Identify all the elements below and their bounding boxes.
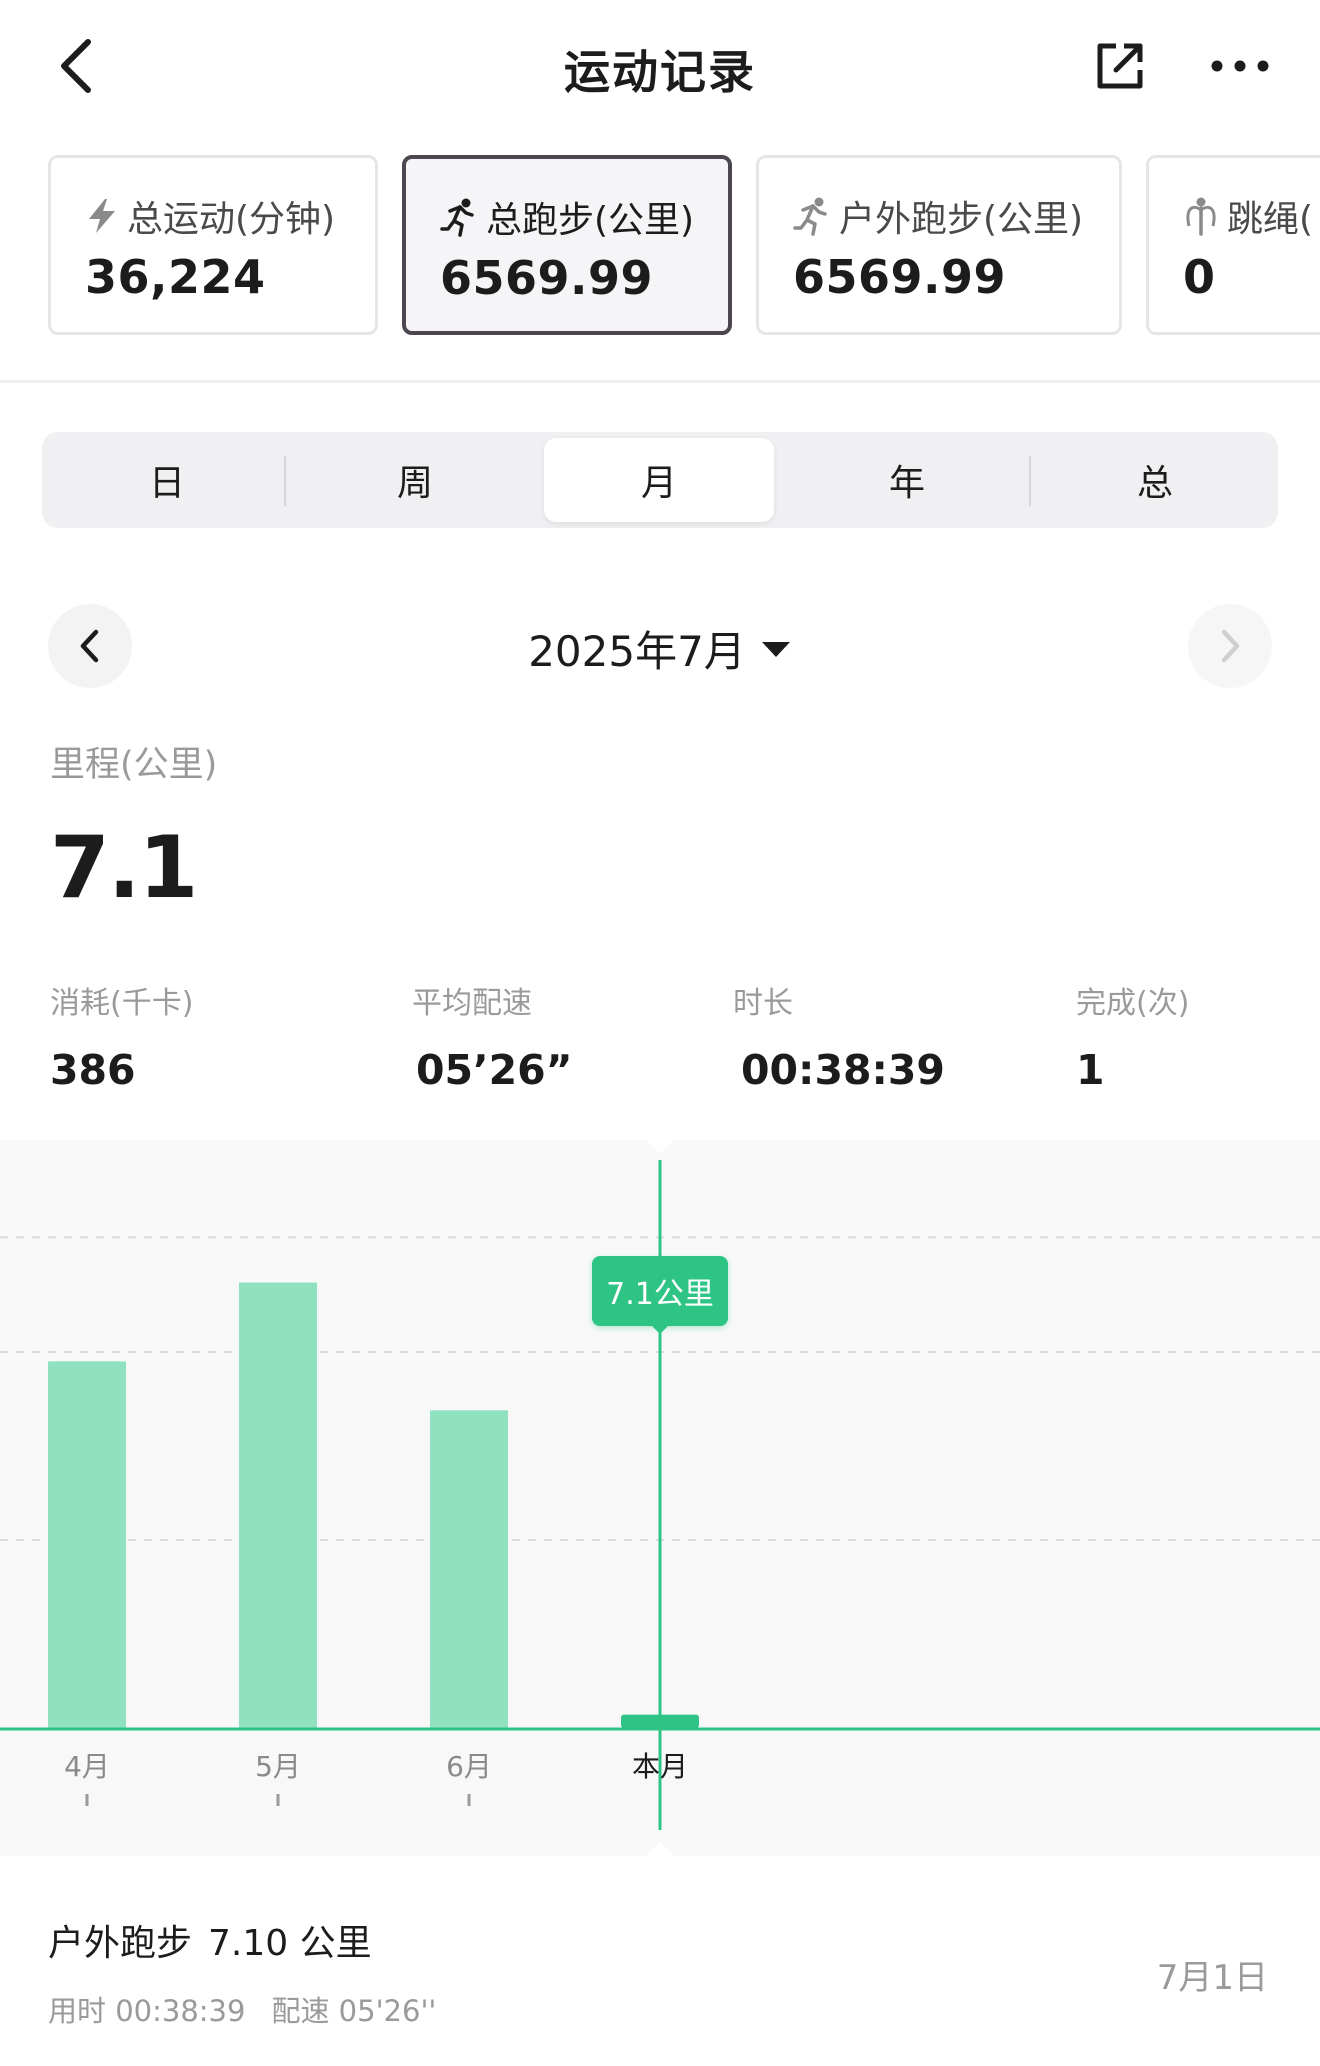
caret-down-icon (761, 641, 790, 657)
period-selector: 日 周 月 年 总 (42, 432, 1278, 528)
x-tick-label: 本月 (632, 1750, 688, 1783)
record-list-item[interactable]: 户外跑步 7.10 公里 用时 00:38:39 配速 05'26'' 7月1日 (0, 1880, 1320, 2066)
metric-avg-pace: 平均配速 05’26” (412, 978, 573, 1094)
metric-calories: 消耗(千卡) 386 (50, 978, 193, 1094)
outdoor-runner-icon (793, 197, 827, 236)
card-jump-rope[interactable]: 跳绳( 0 (1146, 155, 1320, 335)
summary-cards: 总运动(分钟) 36,224 总跑步(公里) 6569.99 户外跑步(公里) … (0, 155, 1320, 337)
record-title: 户外跑步 7.10 公里 (48, 1914, 388, 1966)
share-button[interactable] (1090, 36, 1150, 96)
tab-year[interactable]: 年 (792, 438, 1022, 522)
card-outdoor-running[interactable]: 户外跑步(公里) 6569.99 (756, 155, 1122, 335)
metric-label: 平均配速 (412, 986, 532, 1021)
bar-chart: 4月 5月 6月 本月 (0, 1140, 1320, 1856)
metric-label: 时长 (733, 986, 793, 1021)
month-label: 2025年7月 (528, 627, 746, 676)
chart-bar (48, 1361, 126, 1728)
record-pace: 配速 05'26'' (271, 1994, 437, 2028)
next-month-button[interactable] (1188, 604, 1272, 688)
metric-label: 完成(次) (1076, 986, 1190, 1021)
card-value: 6569.99 (440, 251, 654, 305)
more-dots-icon (1211, 60, 1269, 72)
card-label: 总跑步(公里) (486, 200, 695, 241)
sport-record-page: 运动记录 总运动(分钟) 36,224 总跑步(公里) 6569.99 户外跑步… (0, 0, 1320, 2066)
metric-value: 386 (50, 1046, 136, 1094)
share-icon (1097, 43, 1143, 89)
chevron-right-icon (1221, 629, 1240, 663)
runner-icon (440, 198, 474, 237)
distance-value: 7.1 (50, 818, 198, 918)
tab-week[interactable]: 周 (300, 438, 530, 522)
record-details: 用时 00:38:39 配速 05'26'' (48, 1988, 462, 2030)
metric-duration: 时长 00:38:39 (733, 978, 945, 1094)
more-button[interactable] (1208, 40, 1272, 92)
selection-notch-bottom (646, 1842, 674, 1856)
back-button[interactable] (48, 32, 104, 100)
x-tick-label: 6月 (446, 1750, 492, 1783)
monthly-distance-chart[interactable]: 4月 5月 6月 本月 (0, 1140, 1320, 1856)
x-tick-label: 4月 (64, 1750, 110, 1783)
card-label: 户外跑步(公里) (839, 199, 1084, 240)
chart-bar (430, 1410, 508, 1728)
card-value: 6569.99 (793, 250, 1007, 304)
nav-bar: 运动记录 (0, 0, 1320, 132)
chart-bar (239, 1282, 317, 1728)
metric-label: 消耗(千卡) (50, 986, 194, 1021)
metric-completed: 完成(次) 1 (1076, 978, 1189, 1094)
lightning-icon (89, 199, 115, 233)
record-date: 7月1日 (1156, 1958, 1268, 1998)
selection-notch-top (646, 1140, 674, 1154)
tab-month[interactable]: 月 (544, 438, 774, 522)
card-label: 跳绳( (1227, 199, 1314, 240)
section-divider (0, 380, 1320, 383)
chart-tooltip: 7.1公里 (592, 1256, 728, 1334)
tab-total[interactable]: 总 (1040, 438, 1270, 522)
chevron-left-icon (61, 39, 91, 93)
card-total-exercise[interactable]: 总运动(分钟) 36,224 (48, 155, 378, 335)
card-total-running[interactable]: 总跑步(公里) 6569.99 (402, 155, 732, 335)
metric-value: 00:38:39 (741, 1046, 945, 1094)
month-picker[interactable]: 2025年7月 (0, 618, 1320, 679)
metric-value: 05’26” (416, 1046, 573, 1094)
card-value: 0 (1183, 250, 1216, 304)
segment-separator (1029, 456, 1031, 506)
x-tick-label: 5月 (255, 1750, 301, 1783)
jump-rope-icon (1186, 197, 1216, 236)
record-type: 户外跑步 (48, 1923, 193, 1964)
tab-day[interactable]: 日 (52, 438, 282, 522)
record-duration: 用时 00:38:39 (48, 1994, 246, 2028)
segment-separator (284, 456, 286, 506)
card-label: 总运动(分钟) (127, 199, 336, 240)
metric-value: 1 (1076, 1046, 1105, 1094)
distance-label: 里程(公里) (50, 745, 218, 785)
record-distance: 7.10 公里 (208, 1923, 372, 1964)
card-value: 36,224 (85, 250, 266, 304)
